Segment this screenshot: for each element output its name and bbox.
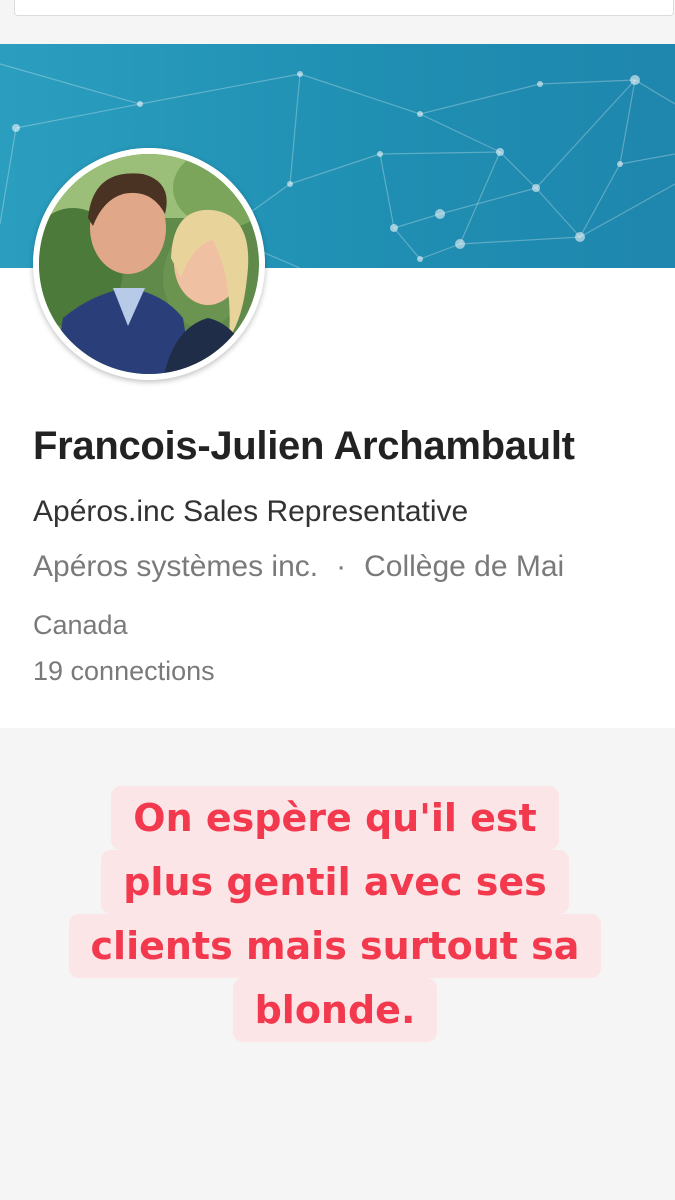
current-company[interactable]: Apéros systèmes inc. xyxy=(33,550,318,583)
previous-card-edge xyxy=(14,0,674,16)
profile-name: Francois-Julien Archambault xyxy=(33,424,575,468)
caption-line-1: On espère qu'il est xyxy=(111,786,559,850)
profile-headline: Apéros.inc Sales Representative xyxy=(33,495,469,528)
profile-photo[interactable] xyxy=(33,148,265,380)
caption-line-4: blonde. xyxy=(232,978,438,1042)
profile-affiliations: Apéros systèmes inc. · Collège de Mai xyxy=(33,550,675,584)
separator-dot: · xyxy=(336,550,347,583)
profile-location: Canada xyxy=(33,610,128,640)
connections-count[interactable]: 19 connections xyxy=(33,656,215,687)
caption-line-2: plus gentil avec ses xyxy=(101,850,569,914)
education-school[interactable]: Collège de Mai xyxy=(364,550,564,583)
profile-card: Francois-Julien Archambault Apéros.inc S… xyxy=(0,44,675,728)
profile-photo-image xyxy=(33,148,265,380)
caption-line-3: clients mais surtout sa xyxy=(68,914,602,978)
story-caption: On espère qu'il est plus gentil avec ses… xyxy=(30,786,640,1042)
top-bar xyxy=(0,0,675,44)
